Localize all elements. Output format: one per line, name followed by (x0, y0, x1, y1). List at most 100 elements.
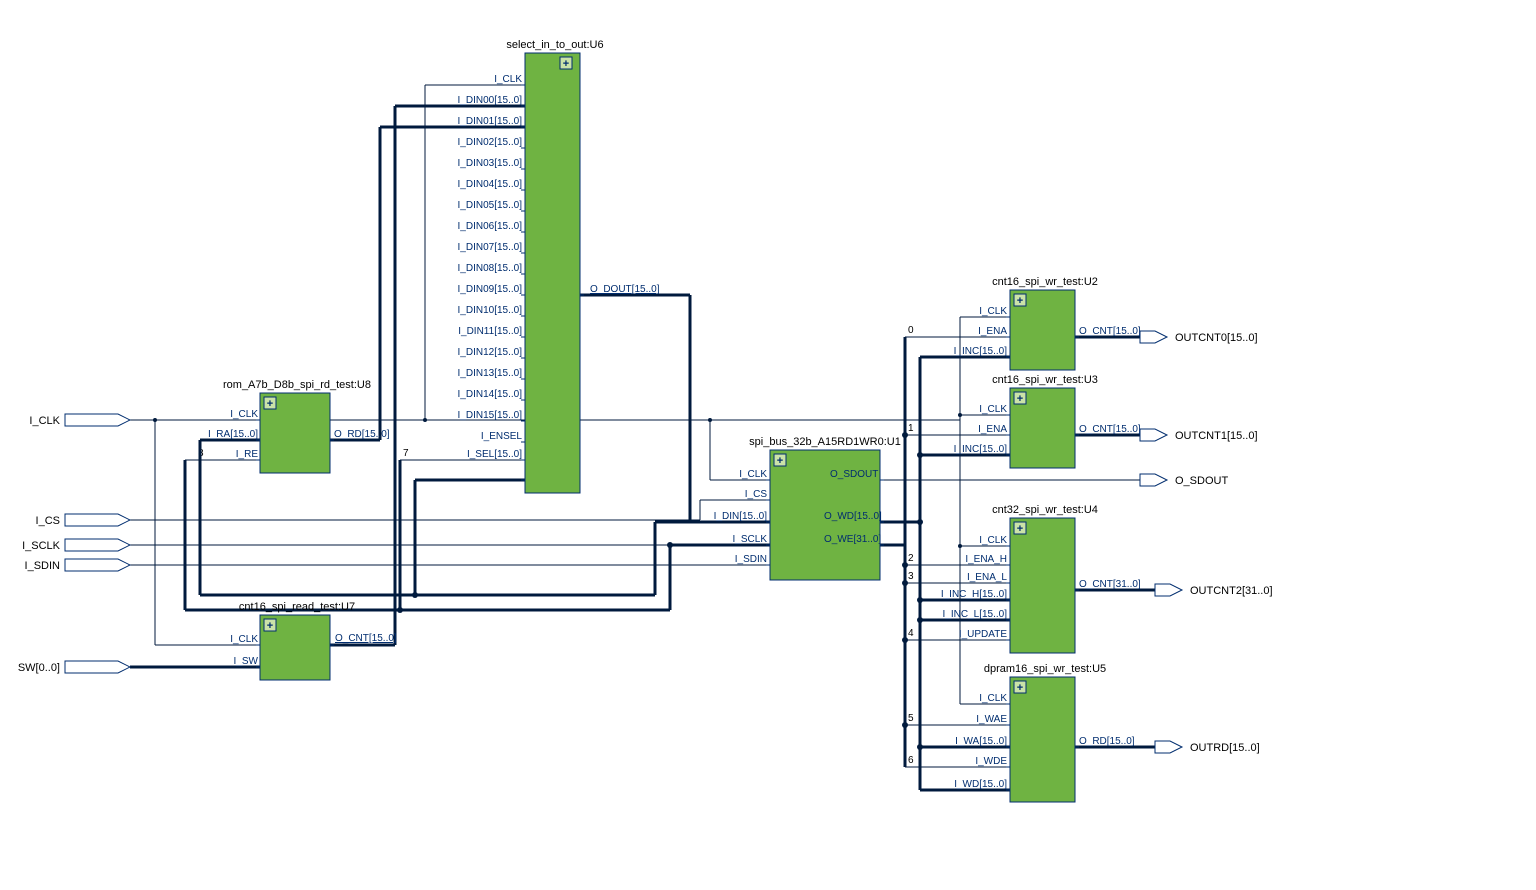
svg-text:OUTCNT0[15..0]: OUTCNT0[15..0] (1175, 332, 1258, 344)
svg-text:I_DIN11[15..0]: I_DIN11[15..0] (458, 326, 522, 337)
svg-text:I_WA[15..0]: I_WA[15..0] (955, 736, 1007, 747)
bus-index-3: 3 (908, 571, 914, 582)
bus-index-2: 2 (908, 553, 914, 564)
net-label-u7-ocnt: O_CNT[15..0] (335, 633, 397, 644)
svg-text:I_DIN08[15..0]: I_DIN08[15..0] (458, 263, 523, 274)
expand-icon[interactable]: + (777, 455, 783, 467)
svg-text:O_CNT[31..0]: O_CNT[31..0] (1079, 579, 1141, 590)
svg-text:OUTCNT2[31..0]: OUTCNT2[31..0] (1190, 585, 1273, 597)
svg-text:I_DIN[15..0]: I_DIN[15..0] (714, 511, 768, 522)
svg-text:I_ENA: I_ENA (978, 424, 1007, 435)
port-outcnt2: OUTCNT2[31..0] (1155, 584, 1273, 597)
svg-text:dpram16_spi_wr_test:U5: dpram16_spi_wr_test:U5 (984, 663, 1106, 675)
svg-text:O_WE[31..0]: O_WE[31..0] (824, 534, 881, 545)
svg-text:I_SCLK: I_SCLK (733, 534, 768, 545)
block-u5[interactable]: dpram16_spi_wr_test:U5 + I_CLK I_WAE I_W… (954, 663, 1135, 802)
port-i-sdin: I_SDIN (25, 559, 130, 572)
svg-text:I_CLK: I_CLK (29, 415, 60, 427)
port-i-cs: I_CS (36, 514, 130, 527)
svg-text:I_ENA_H: I_ENA_H (965, 554, 1007, 565)
bus-index-5: 5 (908, 713, 914, 724)
svg-text:I_DIN06[15..0]: I_DIN06[15..0] (458, 221, 523, 232)
svg-text:OUTCNT1[15..0]: OUTCNT1[15..0] (1175, 430, 1258, 442)
svg-text:I_WDE: I_WDE (975, 756, 1007, 767)
port-sw: SW[0..0] (18, 661, 130, 674)
svg-text:I_CLK: I_CLK (979, 404, 1007, 415)
svg-text:I_WAE: I_WAE (976, 714, 1007, 725)
expand-icon[interactable]: + (563, 58, 569, 70)
svg-text:I_INC[15..0]: I_INC[15..0] (954, 444, 1008, 455)
svg-text:I_DIN09[15..0]: I_DIN09[15..0] (458, 284, 523, 295)
bus-index-0: 0 (908, 325, 914, 336)
bus-index-7: 7 (403, 448, 409, 459)
svg-text:I_DIN03[15..0]: I_DIN03[15..0] (458, 158, 523, 169)
svg-text:I_CLK: I_CLK (739, 469, 767, 480)
svg-text:O_CNT[15..0]: O_CNT[15..0] (1079, 326, 1141, 337)
svg-text:I_ENA: I_ENA (978, 326, 1007, 337)
bus-index-1: 1 (908, 423, 914, 434)
svg-text:I_CLK: I_CLK (979, 693, 1007, 704)
svg-text:I_RE: I_RE (236, 449, 259, 460)
svg-text:rom_A7b_D8b_spi_rd_test:U8: rom_A7b_D8b_spi_rd_test:U8 (223, 379, 371, 391)
port-i-sclk: I_SCLK (22, 539, 130, 552)
expand-icon[interactable]: + (1017, 523, 1023, 535)
svg-text:I_DIN10[15..0]: I_DIN10[15..0] (458, 305, 523, 316)
svg-text:I_ENA_L: I_ENA_L (967, 572, 1007, 583)
block-u8[interactable]: rom_A7b_D8b_spi_rd_test:U8 + I_CLK I_RA[… (208, 379, 390, 473)
block-u3[interactable]: cnt16_spi_wr_test:U3 + I_CLK I_ENA I_INC… (954, 374, 1141, 468)
port-outrd: OUTRD[15..0] (1155, 741, 1260, 754)
svg-text:I_SDIN: I_SDIN (25, 560, 61, 572)
svg-text:O_RD[15..0]: O_RD[15..0] (334, 429, 390, 440)
svg-text:I_SW: I_SW (234, 656, 259, 667)
svg-text:I_CS: I_CS (745, 489, 768, 500)
bus-index-6: 6 (908, 755, 914, 766)
svg-text:I_RA[15..0]: I_RA[15..0] (208, 429, 258, 440)
expand-icon[interactable]: + (267, 398, 273, 410)
u6-left-pins: I_CLK I_DIN00[15..0] I_DIN01[15..0] I_DI… (458, 74, 525, 480)
svg-text:select_in_to_out:U6: select_in_to_out:U6 (506, 39, 603, 51)
svg-text:O_CNT[15..0]: O_CNT[15..0] (1079, 424, 1141, 435)
svg-text:O_WD[15..0]: O_WD[15..0] (824, 511, 882, 522)
expand-icon[interactable]: + (1017, 682, 1023, 694)
port-outcnt1: OUTCNT1[15..0] (1140, 429, 1258, 442)
expand-icon[interactable]: + (1017, 295, 1023, 307)
svg-text:I_UPDATE: I_UPDATE (959, 629, 1007, 640)
block-u2[interactable]: cnt16_spi_wr_test:U2 + I_CLK I_ENA I_INC… (954, 276, 1141, 370)
svg-text:I_DIN05[15..0]: I_DIN05[15..0] (458, 200, 523, 211)
svg-text:I_ENSEL: I_ENSEL (481, 431, 523, 442)
svg-text:I_DIN07[15..0]: I_DIN07[15..0] (458, 242, 523, 253)
svg-text:cnt16_spi_wr_test:U3: cnt16_spi_wr_test:U3 (992, 374, 1098, 386)
port-i-clk: I_CLK (29, 414, 130, 427)
svg-text:I_CLK: I_CLK (230, 409, 258, 420)
svg-text:I_WD[15..0]: I_WD[15..0] (954, 779, 1007, 790)
expand-icon[interactable]: + (267, 620, 273, 632)
svg-text:O_SDOUT: O_SDOUT (1175, 475, 1228, 487)
svg-text:I_DIN13[15..0]: I_DIN13[15..0] (458, 368, 523, 379)
svg-text:I_DIN02[15..0]: I_DIN02[15..0] (458, 137, 523, 148)
svg-text:spi_bus_32b_A15RD1WR0:U1: spi_bus_32b_A15RD1WR0:U1 (749, 436, 901, 448)
port-o-sdout: O_SDOUT (1140, 474, 1228, 487)
block-u4[interactable]: cnt32_spi_wr_test:U4 + I_CLK I_ENA_H I_E… (941, 504, 1141, 653)
svg-text:I_SCLK: I_SCLK (22, 540, 61, 552)
svg-text:I_CLK: I_CLK (230, 634, 258, 645)
port-outcnt0: OUTCNT0[15..0] (1140, 331, 1258, 344)
svg-text:cnt32_spi_wr_test:U4: cnt32_spi_wr_test:U4 (992, 504, 1098, 516)
svg-text:I_DIN04[15..0]: I_DIN04[15..0] (458, 179, 523, 190)
svg-text:cnt16_spi_wr_test:U2: cnt16_spi_wr_test:U2 (992, 276, 1098, 288)
svg-text:I_CLK: I_CLK (979, 306, 1007, 317)
svg-text:I_INC[15..0]: I_INC[15..0] (954, 346, 1008, 357)
block-u1[interactable]: spi_bus_32b_A15RD1WR0:U1 + I_CLK I_CS I_… (714, 436, 901, 580)
bus-index-4: 4 (908, 628, 914, 639)
svg-text:I_SDIN: I_SDIN (735, 554, 767, 565)
net-label-odout: O_DOUT[15..0] (590, 284, 660, 295)
svg-text:I_DIN14[15..0]: I_DIN14[15..0] (458, 389, 523, 400)
svg-text:I_CLK: I_CLK (494, 74, 522, 85)
svg-text:I_CS: I_CS (36, 515, 60, 527)
svg-text:O_SDOUT: O_SDOUT (830, 469, 878, 480)
svg-text:I_DIN12[15..0]: I_DIN12[15..0] (458, 347, 523, 358)
svg-text:OUTRD[15..0]: OUTRD[15..0] (1190, 742, 1260, 754)
svg-text:O_RD[15..0]: O_RD[15..0] (1079, 736, 1135, 747)
svg-text:I_CLK: I_CLK (979, 535, 1007, 546)
svg-text:I_DIN01[15..0]: I_DIN01[15..0] (458, 116, 523, 127)
expand-icon[interactable]: + (1017, 393, 1023, 405)
